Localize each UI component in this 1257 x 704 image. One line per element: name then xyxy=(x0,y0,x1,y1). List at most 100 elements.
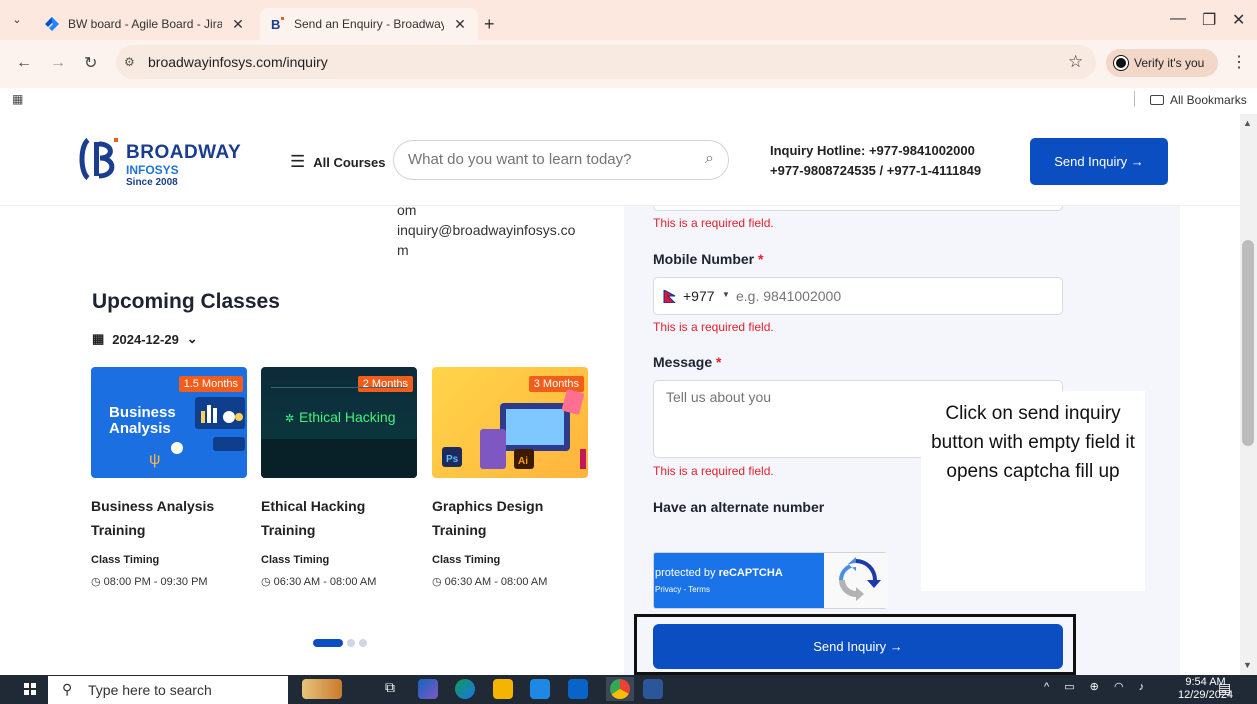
profile-label: Verify it's you xyxy=(1134,56,1205,70)
all-courses-menu[interactable]: ☰ All Courses xyxy=(290,152,386,172)
restore-icon[interactable]: ❐ xyxy=(1202,10,1216,30)
design-illustration-icon: Ps Ai xyxy=(442,389,586,469)
taskbar-search[interactable]: ⚲ Type here to search xyxy=(48,676,288,704)
tab-title: Send an Enquiry - Broadway Inf xyxy=(294,17,444,31)
task-view-icon[interactable]: ⧉ xyxy=(380,679,400,699)
close-tab-icon[interactable]: ✕ xyxy=(230,16,246,33)
avatar xyxy=(1114,56,1128,70)
course-card-graphics-design[interactable]: 3 Months Ps Ai Graphics Design Training … xyxy=(432,367,588,588)
mobile-number-input[interactable] xyxy=(736,288,1036,304)
class-time: ◷ 06:30 AM - 08:00 AM xyxy=(432,575,588,588)
carousel-dot[interactable] xyxy=(359,639,367,647)
bookmark-star-icon[interactable]: ☆ xyxy=(1068,52,1083,72)
clock-icon: ◷ xyxy=(432,576,445,588)
class-time-value: 06:30 AM - 08:00 AM xyxy=(273,576,377,588)
course-card-business-analysis[interactable]: 1.5 Months Business Analysis ψ Business … xyxy=(91,367,247,588)
error-message: This is a required field. xyxy=(653,216,774,230)
broadway-logo-icon[interactable] xyxy=(78,136,122,182)
forward-icon[interactable]: → xyxy=(50,54,66,72)
course-thumbnail: 3 Months Ps Ai xyxy=(432,367,588,478)
course-search[interactable]: ⌕ xyxy=(393,140,729,180)
notification-icon[interactable]: ▤ xyxy=(1218,680,1231,697)
taskbar-search-placeholder: Type here to search xyxy=(88,682,212,698)
course-title[interactable]: Business Analysis Training xyxy=(91,494,247,542)
recaptcha-badge[interactable]: protected by reCAPTCHA Privacy - Terms xyxy=(653,552,888,609)
svg-text:Ps: Ps xyxy=(446,454,459,465)
word-icon[interactable] xyxy=(643,679,663,699)
upcoming-classes-heading: Upcoming Classes xyxy=(92,290,280,313)
selected-date: 2024-12-29 xyxy=(112,331,179,347)
course-title-line: Training xyxy=(91,522,146,538)
duration-badge: 1.5 Months xyxy=(178,376,243,392)
chrome-icon[interactable] xyxy=(610,679,630,699)
course-thumbnail: 1.5 Months Business Analysis ψ xyxy=(91,367,247,478)
mobile-number-field[interactable]: +977 ▼ xyxy=(653,277,1063,315)
close-window-icon[interactable]: ✕ xyxy=(1232,10,1245,30)
jira-icon xyxy=(45,17,59,31)
calendar-icon: ▦ xyxy=(92,331,105,346)
widget-icon[interactable] xyxy=(302,679,342,699)
class-time: ◷ 06:30 AM - 08:00 AM xyxy=(261,575,417,588)
scroll-down-icon[interactable]: ▼ xyxy=(1243,660,1252,670)
send-inquiry-button[interactable]: Send Inquiry → xyxy=(653,624,1063,669)
course-title-line: Ethical Hacking xyxy=(261,498,366,514)
brand-since: Since 2008 xyxy=(126,177,178,188)
carousel-dots xyxy=(313,639,367,647)
close-tab-icon[interactable]: ✕ xyxy=(452,16,468,33)
course-title-line: Training xyxy=(432,522,487,538)
hotline-line: +977-9808724535 / +977-1-4111849 xyxy=(770,163,982,178)
alternate-number-toggle[interactable]: Have an alternate number xyxy=(653,499,824,515)
new-tab-icon[interactable]: + xyxy=(484,14,495,35)
tab-jira[interactable]: BW board - Agile Board - Jira ✕ xyxy=(34,8,256,40)
thumbnail-title: Business Analysis xyxy=(109,404,176,437)
site-settings-icon[interactable]: ⚙ xyxy=(124,55,135,69)
tab-search-icon[interactable]: ⌄ xyxy=(8,11,26,29)
file-explorer-icon[interactable] xyxy=(493,679,513,699)
course-card-ethical-hacking[interactable]: 2 Months ✲ Ethical Hacking Ethical Hacki… xyxy=(261,367,417,588)
brand-name[interactable]: BROADWAY xyxy=(126,142,241,164)
apps-grid-icon[interactable]: ▦ xyxy=(12,92,23,106)
reload-icon[interactable]: ↻ xyxy=(84,53,97,73)
contact-email[interactable]: om inquiry@broadwayinfosys.co m xyxy=(397,200,575,260)
nepal-flag-icon xyxy=(663,290,676,303)
all-bookmarks-label: All Bookmarks xyxy=(1170,93,1247,107)
browser-menu-icon[interactable]: ⋮ xyxy=(1231,52,1247,72)
clock-icon: ◷ xyxy=(261,576,274,588)
site-header: BROADWAY INFOSYS Since 2008 ☰ All Course… xyxy=(0,114,1240,206)
profile-button[interactable]: Verify it's you xyxy=(1106,49,1218,77)
caret-down-icon[interactable]: ▼ xyxy=(722,290,730,299)
minimize-icon[interactable]: — xyxy=(1170,10,1186,28)
system-tray-icons[interactable]: ^ ▭ ⊕ ◠ ♪ xyxy=(1044,680,1150,693)
recaptcha-links[interactable]: Privacy - Terms xyxy=(655,585,710,594)
header-send-inquiry-button[interactable]: Send Inquiry → xyxy=(1030,138,1168,185)
address-url[interactable]: broadwayinfosys.com/inquiry xyxy=(148,54,328,70)
class-timing-label: Class Timing xyxy=(432,554,501,566)
broadway-favicon-icon: B xyxy=(271,17,284,32)
country-code[interactable]: +977 xyxy=(683,288,715,304)
course-title[interactable]: Graphics Design Training xyxy=(432,494,588,542)
recaptcha-prefix: protected by xyxy=(655,567,719,579)
course-search-input[interactable] xyxy=(408,151,688,168)
carousel-dot-active[interactable] xyxy=(313,639,343,647)
class-timing-label: Class Timing xyxy=(91,554,160,566)
all-bookmarks[interactable]: All Bookmarks xyxy=(1150,93,1247,107)
store-icon[interactable] xyxy=(530,679,550,699)
email-fragment: inquiry@broadwayinfosys.co xyxy=(397,222,576,238)
tab-broadway[interactable]: B Send an Enquiry - Broadway Inf ✕ xyxy=(260,8,478,40)
scrollbar-thumb[interactable] xyxy=(1242,240,1254,446)
scroll-up-icon[interactable]: ▲ xyxy=(1243,118,1252,128)
outlook-icon[interactable] xyxy=(568,679,588,699)
carousel-dot[interactable] xyxy=(347,639,355,647)
tab-strip: ⌄ BW board - Agile Board - Jira ✕ B Send… xyxy=(0,0,1257,40)
search-icon[interactable]: ⌕ xyxy=(705,150,714,168)
date-selector[interactable]: ▦ 2024-12-29 ⌄ xyxy=(92,331,198,347)
thumbnail-title: Ethical Hacking xyxy=(299,409,396,425)
inquiry-hotline: Inquiry Hotline: +977-9841002000 +977-98… xyxy=(770,141,981,181)
windows-start-icon[interactable] xyxy=(24,683,36,695)
course-title[interactable]: Ethical Hacking Training xyxy=(261,494,417,542)
back-icon[interactable]: ← xyxy=(16,54,32,72)
class-time: ◷ 08:00 PM - 09:30 PM xyxy=(91,575,247,588)
annotation-note: Click on send inquiry button with empty … xyxy=(921,391,1145,591)
edge-icon[interactable] xyxy=(455,679,475,699)
copilot-icon[interactable] xyxy=(418,679,438,699)
